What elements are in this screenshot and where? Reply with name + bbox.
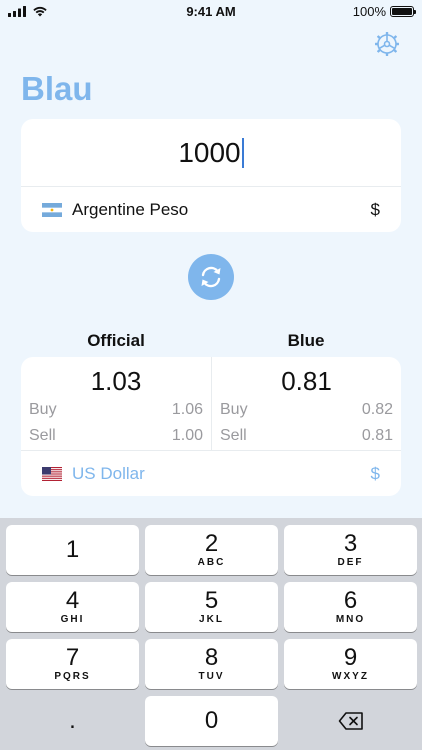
blue-buy-value: 0.82 [361, 401, 393, 418]
wifi-icon [33, 6, 47, 17]
key-letters: WXYZ [332, 671, 369, 682]
blue-rate-header: Blue [287, 331, 325, 350]
key-digit: 2 [204, 530, 219, 557]
source-currency-selector[interactable]: Argentine Peso $ [21, 187, 401, 232]
rates-card: 1.03 Buy 1.06 Sell 1.00 0.81 Buy 0.82 Se… [21, 357, 401, 496]
target-currency-selector[interactable]: US Dollar $ [21, 451, 401, 496]
amount-field[interactable]: 1000 [21, 119, 401, 187]
key-digit: 9 [343, 644, 358, 671]
key-letters: PQRS [54, 671, 91, 682]
key-letters: DEF [337, 557, 364, 568]
official-rate-value: 1.03 [90, 366, 142, 396]
official-sell-value: 1.00 [171, 427, 203, 444]
key-decimal[interactable]: . [6, 696, 139, 746]
app-title: Blau [21, 70, 93, 107]
key-1[interactable]: 1 [6, 525, 139, 575]
backspace-icon [338, 712, 363, 730]
blue-buy-row: Buy 0.82 [220, 397, 393, 423]
rates-values: 1.03 Buy 1.06 Sell 1.00 0.81 Buy 0.82 Se… [21, 357, 401, 451]
key-8[interactable]: 8 TUV [145, 639, 278, 689]
amount-value: 1000 [178, 136, 241, 168]
key-digit: 1 [65, 536, 80, 563]
key-letters: GHI [60, 614, 85, 625]
gear-icon [375, 32, 399, 56]
key-2[interactable]: 2 ABC [145, 525, 278, 575]
source-currency-symbol: $ [370, 199, 380, 219]
key-digit: . [69, 707, 76, 734]
key-letters: JKL [199, 614, 224, 625]
status-right: 100% [314, 3, 416, 19]
numeric-keypad: 1 2 ABC 3 DEF 4 GHI 5 JKL 6 MNO 7 PQRS 8… [0, 518, 422, 750]
status-bar: 9:41 AM 100% [0, 0, 422, 22]
key-3[interactable]: 3 DEF [284, 525, 417, 575]
key-digit: 7 [65, 644, 80, 671]
key-delete[interactable] [284, 696, 417, 746]
key-6[interactable]: 6 MNO [284, 582, 417, 632]
key-digit: 5 [204, 587, 219, 614]
swap-arrows-icon [201, 266, 221, 288]
argentina-flag-icon [42, 202, 62, 217]
status-left [8, 5, 108, 17]
status-time: 9:41 AM [186, 3, 236, 19]
key-letters: TUV [198, 671, 225, 682]
blue-rate-value: 0.81 [281, 366, 332, 396]
settings-button[interactable] [374, 31, 400, 57]
swap-currencies-button[interactable] [188, 254, 234, 300]
key-4[interactable]: 4 GHI [6, 582, 139, 632]
key-digit: 3 [343, 530, 358, 557]
key-letters: MNO [335, 614, 366, 625]
source-currency-name: Argentine Peso [72, 199, 189, 219]
cellular-signal-icon [8, 5, 26, 17]
blue-sell-row: Sell 0.81 [220, 423, 393, 449]
key-5[interactable]: 5 JKL [145, 582, 278, 632]
blue-rate-column: 0.81 Buy 0.82 Sell 0.81 [211, 357, 401, 450]
key-0[interactable]: 0 [145, 696, 278, 746]
key-digit: 8 [204, 644, 219, 671]
us-flag-icon [42, 466, 62, 481]
official-rate-header: Official [87, 331, 145, 350]
official-buy-row: Buy 1.06 [29, 397, 203, 423]
official-rate-column: 1.03 Buy 1.06 Sell 1.00 [21, 357, 211, 450]
key-9[interactable]: 9 WXYZ [284, 639, 417, 689]
key-digit: 0 [204, 707, 219, 734]
blue-sell-value: 0.81 [361, 427, 393, 444]
battery-icon [390, 5, 416, 17]
amount-input-card: 1000 Argentine Peso $ [21, 119, 401, 232]
key-digit: 4 [65, 587, 80, 614]
blue-sell-label: Sell [220, 427, 247, 444]
key-letters: ABC [197, 557, 226, 568]
key-7[interactable]: 7 PQRS [6, 639, 139, 689]
text-cursor [241, 137, 244, 168]
target-currency-name: US Dollar [72, 463, 145, 483]
blue-buy-label: Buy [220, 401, 248, 418]
official-sell-label: Sell [29, 427, 56, 444]
target-currency-symbol: $ [370, 463, 380, 483]
key-digit: 6 [343, 587, 358, 614]
official-buy-label: Buy [29, 401, 57, 418]
official-sell-row: Sell 1.00 [29, 423, 203, 449]
battery-percent: 100% [352, 3, 386, 19]
official-buy-value: 1.06 [171, 401, 203, 418]
